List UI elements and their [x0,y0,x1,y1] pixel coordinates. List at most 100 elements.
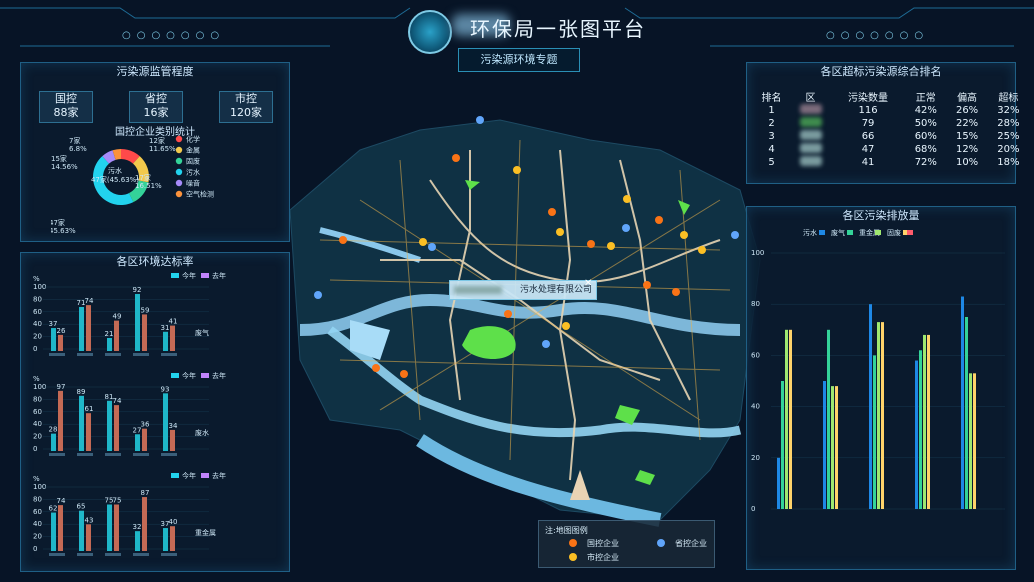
high-cell: 10% [955,157,979,168]
legend-last-icon [201,473,209,478]
table-row[interactable]: 4 47 68% 12% 20% [753,143,1029,156]
bar-last [114,504,119,551]
national-label: 国控 [55,92,77,105]
compliance-panel: 各区环境达标率 今年 去年% 100 80 60 40 20 0 37 26 71 74 21 49 92 5… [20,252,290,572]
emission-bar-重金属 [831,386,834,509]
bar-current [51,433,56,451]
x-axis-label-blurred [105,453,121,456]
provincial-control-box: 省控 16家 [129,91,183,123]
emission-bar-污水 [961,296,964,509]
bar-current [135,434,140,451]
legend-current-label: 今年 [182,271,196,280]
bar-last [114,405,119,451]
emission-bar-废气 [873,355,876,509]
bar-value-current: 32 [133,523,142,531]
legend-空气检测-icon [175,190,183,198]
bar-last [58,334,63,351]
high-cell: 12% [955,144,979,155]
count-cell: 66 [861,131,875,142]
bar-last [86,305,91,351]
over-cell: 32% [997,105,1020,116]
district-cell [790,143,831,156]
x-axis-label-blurred [161,553,177,556]
pie-callout-pct: 11.65% [149,145,176,153]
emission-bar-重金属 [923,334,926,509]
y-unit: % [33,375,40,383]
col-rank: 排名 [761,93,782,104]
legend-化学-icon [175,135,183,143]
emission-bar-污水 [869,304,872,509]
topic-selector[interactable]: 污染源环境专题 [458,48,580,72]
count-cell: 41 [861,157,875,168]
ranking-title: 各区超标污染源综合排名 [820,65,942,78]
ranking-panel: 各区超标污染源综合排名 排名 区 污染数量 正常 偏高 超标 1 116 42%… [746,62,1019,184]
emission-legend-label: 废气 [831,228,845,237]
emission-y-tick: 60 [751,351,760,359]
table-row[interactable]: 1 116 42% 26% 32% [753,104,1029,117]
emission-bar-固废 [789,329,792,509]
pie-callout-count: 47家 [51,218,65,227]
enterprise-popup[interactable]: 污水处理有限公司 [449,280,597,300]
redacted-company-prefix [454,286,502,294]
y-tick-label: 40 [33,520,42,528]
x-axis-label-blurred [161,353,177,356]
x-axis-label-blurred [49,353,65,356]
legend-last-label: 去年 [212,271,226,280]
y-tick-label: 40 [33,320,42,328]
col-count: 污染数量 [848,93,889,104]
legend-last-label: 去年 [212,471,226,480]
x-axis-label-blurred [161,453,177,456]
close-icon[interactable]: ✕ [584,278,592,289]
col-high: 偏高 [957,93,978,104]
table-row[interactable]: 2 79 50% 22% 28% [753,117,1029,130]
table-row[interactable]: 5 41 72% 10% 18% [753,156,1029,169]
legend-金属-icon [175,146,183,154]
pie-center-label: 污水 [108,166,122,175]
y-tick-label: 0 [33,445,37,453]
emission-y-tick: 100 [751,249,764,257]
bar-value-last: 87 [141,489,150,497]
bar-value-last: 74 [85,297,94,305]
bar-value-current: 62 [49,505,58,513]
emission-y-tick: 20 [751,454,760,462]
y-tick-label: 80 [33,395,42,403]
bar-last [86,413,91,451]
bar-value-last: 34 [169,422,178,430]
city-enterprise-icon [569,553,577,561]
agency-logo [408,10,452,54]
pie-center-value: 47家(45.63%) [91,175,139,184]
emission-legend-label: 污水 [803,228,817,237]
high-cell: 22% [955,118,979,129]
bar-current [79,395,84,451]
bar-last [86,524,91,551]
national-enterprise-icon [569,539,577,547]
bar-current [51,328,56,351]
rank-cell: 4 [768,144,775,155]
bar-last [114,320,119,351]
pie-callout-count: 12家 [149,136,165,145]
provincial-enterprise-icon [657,539,665,547]
rank-cell: 5 [768,157,775,168]
pie-callout-pct: 14.56% [51,163,78,171]
bar-last [170,325,175,351]
bar-last [170,526,175,551]
count-cell: 47 [861,144,875,155]
col-over: 超标 [998,93,1019,104]
chart-category-label: 重金属 [195,528,216,537]
table-row[interactable]: 3 66 60% 15% 25% [753,130,1029,143]
emission-chart: 污水 废气 重金属 固废100806040200 [751,228,1005,513]
y-unit: % [33,475,40,483]
supervision-title: 污染源监管程度 [116,65,194,78]
pie-legend-label: 污水 [186,168,200,177]
header-decor-right: ○○○○○○○ [826,30,930,41]
y-tick-label: 60 [33,508,42,516]
col-district: 区 [805,93,816,104]
y-tick-label: 20 [33,433,42,441]
district-cell [790,104,831,117]
popup-company-name: 污水处理有限公司 [519,285,592,295]
emission-bar-废气 [827,329,830,509]
emission-y-tick: 80 [751,300,760,308]
legend-last-label: 去年 [212,371,226,380]
normal-cell: 50% [914,118,937,129]
y-tick-label: 60 [33,308,42,316]
